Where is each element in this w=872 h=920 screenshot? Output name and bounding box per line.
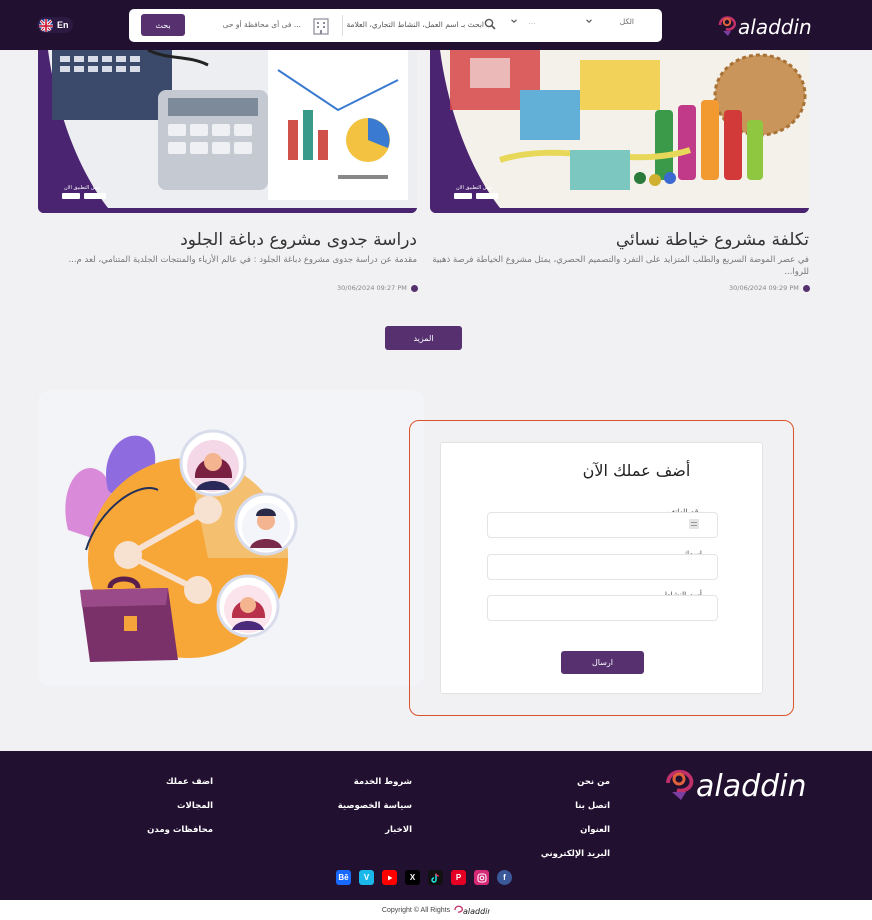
footer-link-add-business[interactable]: اضف عملك <box>113 777 213 787</box>
tiktok-icon[interactable] <box>428 870 443 885</box>
name-field[interactable] <box>487 554 718 580</box>
pinterest-icon[interactable]: P <box>451 870 466 885</box>
article-date-text: 30/06/2024 09:27 PM <box>337 284 407 292</box>
article-image-tannery[interactable]: حمل التطبيق الان <box>38 50 417 213</box>
location-input[interactable]: ... فى أى محافظة أو حى <box>209 20 301 29</box>
submit-button[interactable]: ارسال <box>561 651 644 674</box>
subcategory-select[interactable]: ... <box>507 18 557 26</box>
uk-flag-icon <box>39 18 53 32</box>
article-image-sewing[interactable]: حمل التطبيق الان <box>430 50 809 213</box>
copyright-bar: Copyright © All Rights aladdin <box>0 900 872 920</box>
article-title[interactable]: دراسة جدوى مشروع دباغة الجلود <box>38 230 417 250</box>
language-label: En <box>57 20 69 30</box>
search-input[interactable]: ابحث بـ اسم العمل، النشاط التجاري، العلا… <box>342 20 484 29</box>
x-twitter-icon[interactable]: X <box>405 870 420 885</box>
network-illustration <box>38 390 424 686</box>
aladdin-logo[interactable]: aladdin <box>717 9 812 41</box>
svg-text:حمل التطبيق الان: حمل التطبيق الان <box>64 185 101 191</box>
top-header: En بحث ... فى أى محافظة أو حى ابحث بـ اس… <box>0 0 872 50</box>
article-title[interactable]: تكلفة مشروع خياطة نسائي <box>430 230 809 250</box>
form-title: أضف عملك الآن <box>582 461 691 480</box>
footer-link-privacy[interactable]: سياسة الخصوصية <box>312 801 412 811</box>
svg-text:aladdin: aladdin <box>738 15 812 39</box>
building-icon <box>313 18 329 35</box>
language-switcher[interactable]: En <box>37 17 73 33</box>
category-select[interactable]: الكل <box>574 17 634 26</box>
facebook-icon[interactable]: f <box>497 870 512 885</box>
footer-link-cities[interactable]: محافظات ومدن <box>113 825 213 835</box>
footer-link-contact[interactable]: اتصل بنا <box>510 801 610 811</box>
behance-icon[interactable]: Bē <box>336 870 351 885</box>
vimeo-icon[interactable]: V <box>359 870 374 885</box>
copyright-text: Copyright © All Rights <box>381 906 451 914</box>
footer-link-email[interactable]: البريد الإلكتروني <box>510 849 610 859</box>
article-date: 30/06/2024 09:27 PM <box>337 284 418 292</box>
site-footer: aladdin من نحن اتصل بنا العنوان البريد ا… <box>0 751 872 920</box>
article-description: مقدمة عن دراسة جدوى مشروع دباغة الجلود :… <box>68 255 417 265</box>
search-icon <box>484 18 496 30</box>
svg-text:aladdin: aladdin <box>696 769 807 804</box>
footer-link-address[interactable]: العنوان <box>510 825 610 835</box>
flag-icon <box>689 519 699 529</box>
aladdin-logo[interactable]: aladdin <box>664 763 810 805</box>
footer-link-about[interactable]: من نحن <box>510 777 610 787</box>
author-avatar <box>802 284 810 292</box>
search-button[interactable]: بحث <box>141 14 185 36</box>
author-avatar <box>410 284 418 292</box>
add-business-form: أضف عملك الآن رقم الهاتف اسمك أسم النشاط… <box>440 442 763 694</box>
youtube-icon[interactable] <box>382 870 397 885</box>
instagram-icon[interactable] <box>474 870 489 885</box>
activity-field[interactable] <box>487 595 718 621</box>
more-button[interactable]: المزيد <box>385 326 462 350</box>
aladdin-mini-logo: aladdin <box>454 905 490 916</box>
footer-link-news[interactable]: الاخبار <box>312 825 412 835</box>
svg-text:حمل التطبيق الان: حمل التطبيق الان <box>456 185 493 191</box>
phone-field[interactable] <box>487 512 718 538</box>
footer-link-categories[interactable]: المجالات <box>113 801 213 811</box>
article-description: في عصر الموضة السريع والطلب المتزايد على… <box>432 255 809 277</box>
footer-link-terms[interactable]: شروط الخدمة <box>312 777 412 787</box>
article-date-text: 30/06/2024 09:29 PM <box>729 284 799 292</box>
search-bar: بحث ... فى أى محافظة أو حى ابحث بـ اسم ا… <box>129 9 662 42</box>
article-date: 30/06/2024 09:29 PM <box>729 284 810 292</box>
svg-text:aladdin: aladdin <box>463 907 490 916</box>
